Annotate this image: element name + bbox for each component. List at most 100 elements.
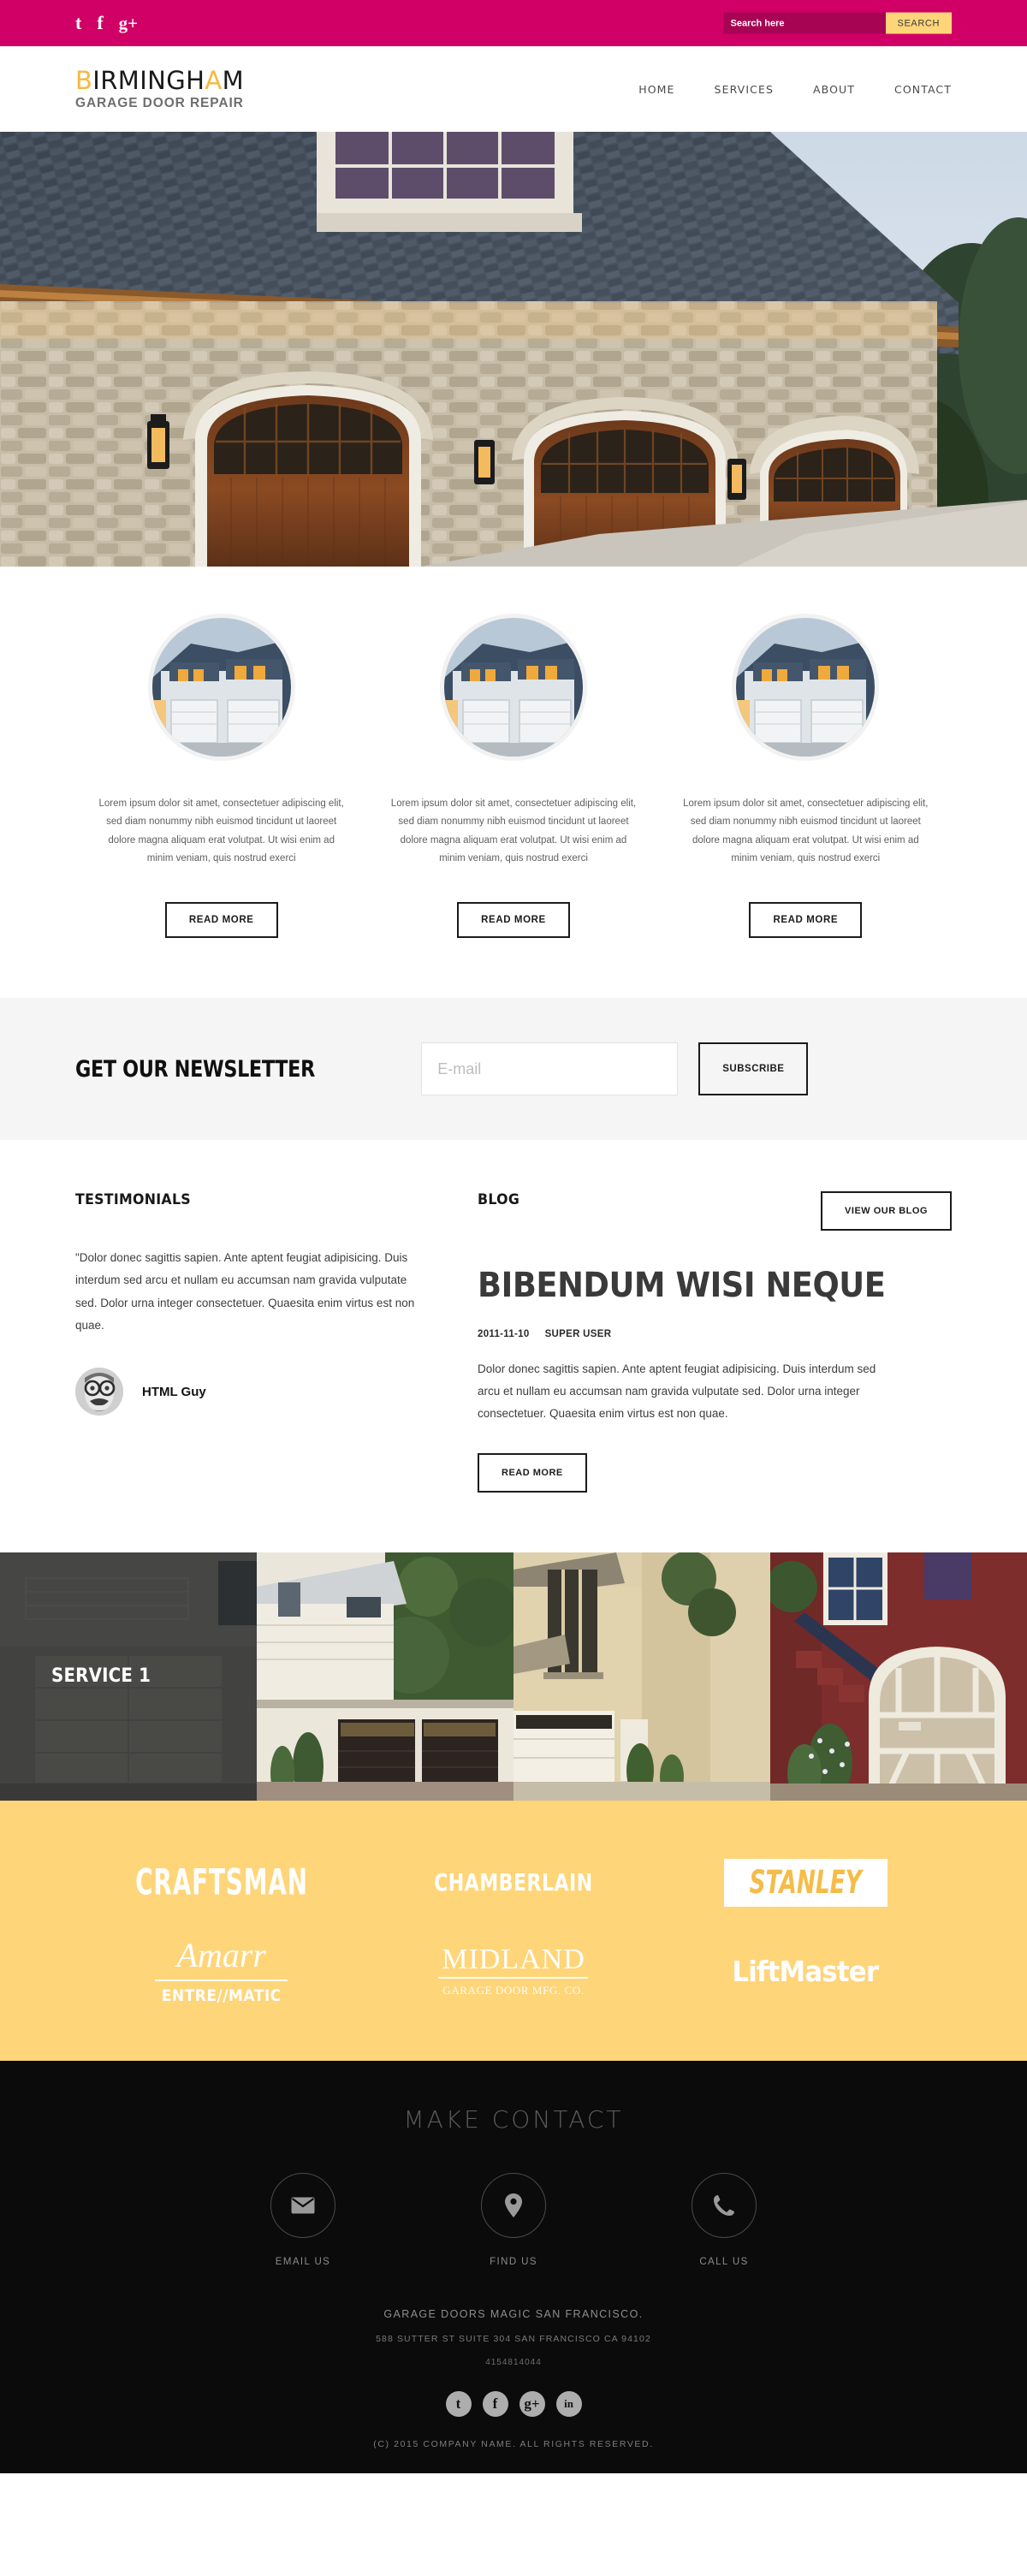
feature-read-more-button[interactable]: READ MORE: [749, 902, 863, 939]
testimonials-column: TESTIMONIALS "Dolor donec sagittis sapie…: [75, 1191, 418, 1493]
blog-post-author: SUPER USER: [544, 1328, 612, 1339]
tumblr-icon[interactable]: t: [75, 14, 81, 33]
services-gallery: SERVICE 1: [0, 1552, 1027, 1801]
brand-liftmaster[interactable]: LiftMaster: [660, 1955, 952, 1988]
hero-image: [0, 132, 1027, 567]
newsletter-title: GET OUR NEWSLETTER: [75, 1055, 315, 1083]
blog-post-title[interactable]: BIBENDUM WISI NEQUE: [478, 1267, 914, 1305]
logo-secondary-text: GARAGE DOOR REPAIR: [75, 95, 244, 110]
search-button[interactable]: SEARCH: [885, 12, 952, 34]
blog-read-more-button[interactable]: READ MORE: [478, 1452, 587, 1493]
site-header: BIRMINGHAM GARAGE DOOR REPAIR HOME SERVI…: [0, 46, 1027, 132]
features-section: Lorem ipsum dolor sit amet, consectetuer…: [0, 567, 1027, 999]
contact-email-us[interactable]: EMAIL US: [239, 2172, 367, 2267]
avatar: [75, 1368, 123, 1416]
testimonial-author-name: HTML Guy: [142, 1384, 206, 1399]
feature-read-more-button[interactable]: READ MORE: [457, 902, 570, 939]
tumblr-icon[interactable]: t: [445, 2390, 472, 2417]
brand-stanley-label: STANLEY: [749, 1864, 862, 1902]
blog-post-body: Dolor donec sagittis sapien. Ante aptent…: [478, 1362, 876, 1421]
feature-text: Lorem ipsum dolor sit amet, consectetuer…: [683, 798, 929, 864]
brand-entrematic-label: ENTRE//MATIC: [161, 1985, 282, 2005]
phone-icon: [692, 2172, 757, 2238]
googleplus-icon[interactable]: g+: [119, 14, 138, 33]
brand-midland-sublabel: GARAGE DOOR MFG. CO.: [442, 1983, 585, 1997]
gallery-overlay: SERVICE 1: [0, 1552, 257, 1801]
brands-section: CRAFTSMAN CHAMBERLAIN STANLEY Amarr ENTR…: [0, 1800, 1027, 2061]
brand-craftsman[interactable]: CRAFTSMAN: [75, 1861, 367, 1903]
footer-street-address: 588 SUTTER ST SUITE 304 SAN FRANCISCO CA…: [376, 2333, 651, 2344]
nav-item-about[interactable]: ABOUT: [813, 83, 855, 96]
feature-image: [147, 614, 295, 761]
envelope-icon: [270, 2172, 335, 2238]
footer-company-name: GARAGE DOORS MAGIC SAN FRANCISCO.: [383, 2307, 644, 2320]
testimonials-title: TESTIMONIALS: [75, 1191, 191, 1209]
make-contact-heading: MAKE CONTACT: [403, 2104, 624, 2134]
nav-item-home[interactable]: HOME: [638, 83, 674, 96]
gallery-item-4[interactable]: [770, 1552, 1027, 1801]
footer-social-links: t f g+ in: [75, 2390, 952, 2417]
copyright-text: (C) 2015 COMPANY NAME. ALL RIGHTS RESERV…: [373, 2438, 654, 2449]
contact-label: FIND US: [490, 2256, 537, 2267]
brand-midland-label: MIDLAND: [442, 1943, 585, 1975]
brand-chamberlain-label: CHAMBERLAIN: [434, 1868, 593, 1896]
blog-post-meta: 2011-11-10 SUPER USER: [478, 1329, 952, 1339]
brand-stanley[interactable]: STANLEY: [660, 1858, 952, 1907]
brand-amarr-label: Amarr: [176, 1935, 266, 1974]
brands-row-1: CRAFTSMAN CHAMBERLAIN STANLEY: [75, 1838, 952, 1927]
gallery-item-3[interactable]: [514, 1552, 770, 1801]
brand-chamberlain[interactable]: CHAMBERLAIN: [367, 1867, 659, 1898]
search-form: SEARCH: [722, 12, 952, 34]
brand-midland-rule: [438, 1976, 589, 1979]
brand-midland[interactable]: MIDLAND GARAGE DOOR MFG. CO.: [367, 1943, 659, 1998]
brand-amarr-rule: [155, 1979, 288, 1981]
map-pin-icon: [481, 2172, 546, 2238]
linkedin-icon[interactable]: in: [555, 2390, 582, 2417]
feature-text: Lorem ipsum dolor sit amet, consectetuer…: [390, 798, 637, 864]
blog-header: BLOG VIEW OUR BLOG: [478, 1191, 952, 1232]
logo-primary-text: BIRMINGHAM: [75, 65, 245, 95]
nav-item-contact[interactable]: CONTACT: [894, 83, 952, 96]
site-logo[interactable]: BIRMINGHAM GARAGE DOOR REPAIR: [75, 68, 244, 110]
contact-label: EMAIL US: [275, 2256, 331, 2267]
view-our-blog-button[interactable]: VIEW OUR BLOG: [821, 1191, 952, 1232]
gallery-item-2[interactable]: [257, 1552, 514, 1801]
feature-card: Lorem ipsum dolor sit amet, consectetuer…: [75, 614, 367, 939]
footer-phone-number: 4154814044: [485, 2357, 542, 2367]
testimonial-quote: "Dolor donec sagittis sapien. Ante apten…: [75, 1251, 415, 1332]
googleplus-icon[interactable]: g+: [519, 2390, 545, 2417]
gallery-item-service-1[interactable]: SERVICE 1: [0, 1552, 257, 1801]
feature-read-more-button[interactable]: READ MORE: [164, 902, 278, 939]
feature-image: [732, 614, 880, 761]
testimonials-blog-section: TESTIMONIALS "Dolor donec sagittis sapie…: [0, 1140, 1027, 1552]
site-footer: MAKE CONTACT EMAIL US FIND US CALL US GA…: [0, 2060, 1027, 2473]
newsletter-subscribe-button[interactable]: SUBSCRIBE: [698, 1042, 809, 1096]
blog-column: BLOG VIEW OUR BLOG BIBENDUM WISI NEQUE 2…: [478, 1191, 952, 1493]
blog-title: BLOG: [478, 1191, 520, 1209]
contact-label: CALL US: [699, 2256, 749, 2267]
newsletter-email-input[interactable]: [421, 1042, 679, 1096]
nav-item-services[interactable]: SERVICES: [715, 83, 774, 96]
main-navigation: HOME SERVICES ABOUT CONTACT: [638, 83, 952, 96]
footer-address-block: GARAGE DOORS MAGIC SAN FRANCISCO. 588 SU…: [75, 2308, 952, 2367]
blog-post-date: 2011-11-10: [478, 1328, 530, 1339]
hero-banner: [0, 132, 1027, 567]
top-bar: t f g+ SEARCH: [0, 0, 1027, 46]
feature-text: Lorem ipsum dolor sit amet, consectetuer…: [98, 798, 344, 864]
top-social-links: t f g+: [75, 14, 138, 33]
brand-amarr[interactable]: Amarr ENTRE//MATIC: [75, 1938, 367, 2005]
search-input[interactable]: [722, 12, 886, 34]
brand-liftmaster-label: LiftMaster: [732, 1955, 880, 1989]
facebook-icon[interactable]: f: [97, 14, 103, 33]
contact-call-us[interactable]: CALL US: [660, 2172, 788, 2267]
facebook-icon[interactable]: f: [482, 2390, 508, 2417]
feature-image: [439, 614, 587, 761]
contact-find-us[interactable]: FIND US: [449, 2172, 578, 2267]
gallery-item-label: SERVICE 1: [51, 1665, 151, 1688]
feature-card: Lorem ipsum dolor sit amet, consectetuer…: [367, 614, 659, 939]
contact-methods: EMAIL US FIND US CALL US: [75, 2172, 952, 2267]
brands-row-2: Amarr ENTRE//MATIC MIDLAND GARAGE DOOR M…: [75, 1927, 952, 2016]
blog-read-more-wrap: READ MORE: [478, 1452, 952, 1493]
testimonial-author: HTML Guy: [75, 1368, 418, 1416]
newsletter-section: GET OUR NEWSLETTER SUBSCRIBE: [0, 998, 1027, 1141]
